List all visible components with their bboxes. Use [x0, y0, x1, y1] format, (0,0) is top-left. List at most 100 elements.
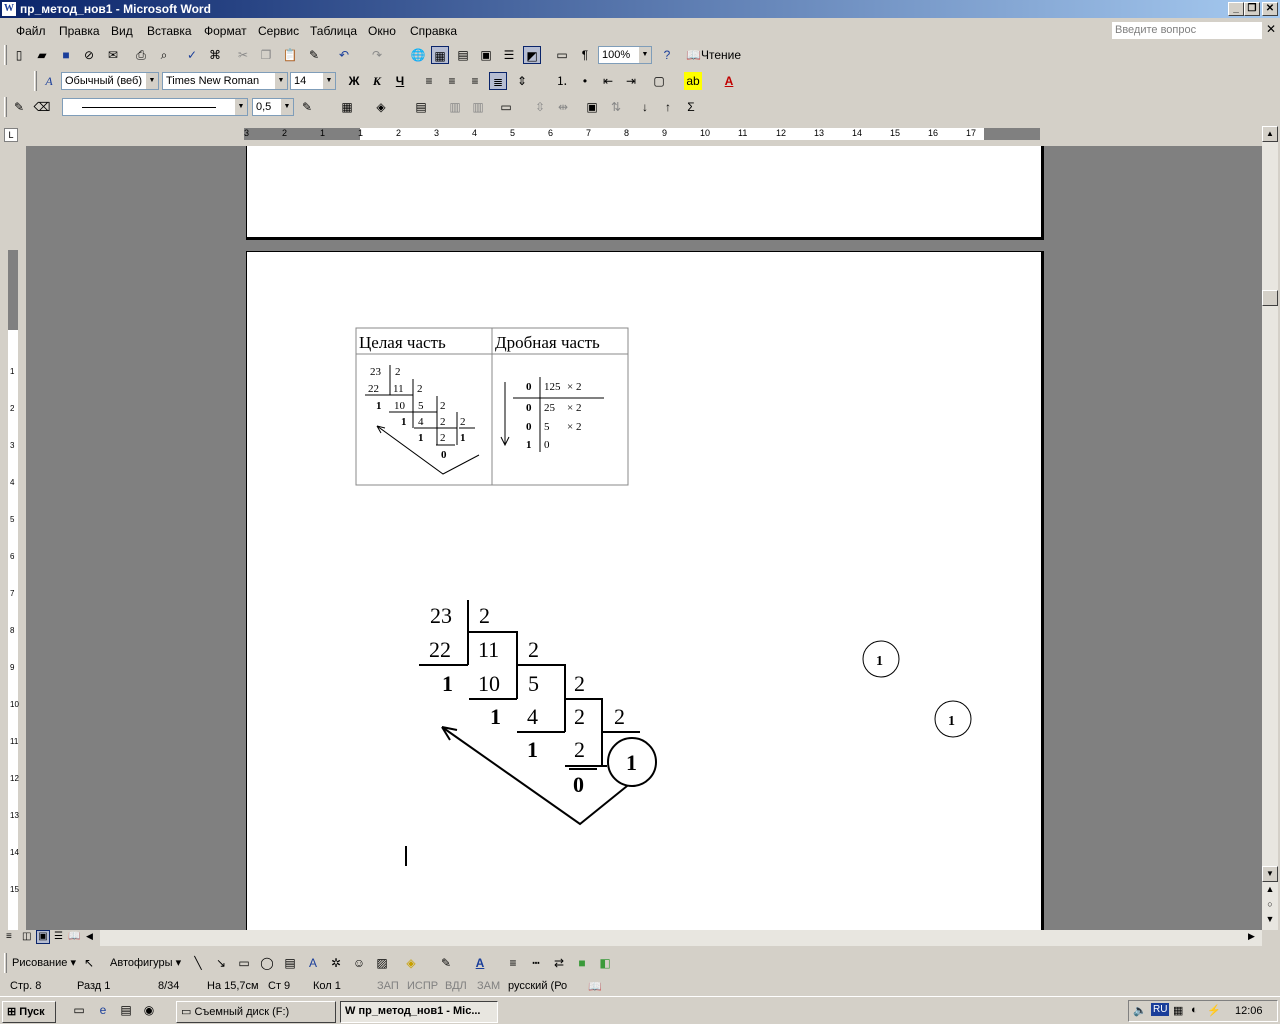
save-icon[interactable]: ■ — [57, 46, 75, 64]
reading-mode-button[interactable]: 📖Чтение — [686, 46, 746, 64]
autoshapes-button[interactable]: Автофигуры ▾ — [110, 956, 181, 969]
menu-window[interactable]: Окно — [368, 24, 396, 38]
font-select[interactable]: Times New Roman ▼ — [162, 72, 288, 90]
vertical-scrollbar[interactable]: ▲ ▼ ▲ ○ ▼ — [1262, 126, 1278, 930]
print-icon[interactable]: ⎙ — [132, 46, 150, 64]
zoom-select[interactable]: 100% ▼ — [598, 46, 652, 64]
print-view-icon[interactable]: ▣ — [36, 930, 50, 944]
distribute-rows-icon[interactable]: ⇳ — [531, 98, 549, 116]
autosum-icon[interactable]: Σ — [682, 98, 700, 116]
border-color-icon[interactable]: ✎ — [298, 98, 316, 116]
columns-icon[interactable]: ☰ — [500, 46, 518, 64]
border-icon[interactable]: ▢ — [650, 72, 668, 90]
outline-view-icon[interactable]: ☰ — [54, 931, 63, 942]
vertical-ruler[interactable]: 1 2 3 4 5 6 7 8 9 10 11 12 13 14 15 — [4, 250, 22, 930]
toolbar-grip[interactable] — [4, 97, 7, 117]
bullets-icon[interactable]: • — [576, 72, 594, 90]
quicklaunch-ie-icon[interactable]: e — [94, 1001, 112, 1019]
status-language[interactable]: русский (Ро — [508, 980, 567, 992]
undo-icon[interactable]: ↶ — [335, 46, 353, 64]
scroll-up-icon[interactable]: ▲ — [1262, 126, 1278, 142]
menu-table[interactable]: Таблица — [310, 24, 357, 38]
cut-icon[interactable]: ✂ — [234, 46, 252, 64]
hyperlink-icon[interactable]: 🌐 — [409, 46, 427, 64]
diagram-icon[interactable]: ✲ — [327, 954, 345, 972]
rectangle-icon[interactable]: ▭ — [235, 954, 253, 972]
start-button[interactable]: ⊞ Пуск — [2, 1001, 56, 1023]
arrow-style-icon[interactable]: ⇄ — [550, 954, 568, 972]
align-left-icon[interactable]: ≡ — [420, 72, 438, 90]
menu-view[interactable]: Вид — [111, 24, 133, 38]
line-style-select[interactable]: ▼ — [62, 98, 248, 116]
eraser-icon[interactable]: ⌫ — [33, 98, 51, 116]
scroll-left-icon[interactable]: ◀ — [86, 931, 93, 942]
draw-table-icon[interactable]: ✎ — [10, 98, 28, 116]
font-size-select[interactable]: 14 ▼ — [290, 72, 336, 90]
tables-borders-icon[interactable]: ▦ — [431, 46, 449, 64]
style-select[interactable]: Обычный (веб) ▼ — [61, 72, 159, 90]
text-box-icon[interactable]: ▤ — [281, 954, 299, 972]
split-cells-icon[interactable]: ▥ — [469, 98, 487, 116]
chevron-down-icon[interactable]: ▼ — [235, 99, 247, 115]
decrease-indent-icon[interactable]: ⇤ — [599, 72, 617, 90]
format-painter-icon[interactable]: ✎ — [305, 46, 323, 64]
outside-border-icon[interactable]: ▦ — [338, 98, 356, 116]
spelling-status-icon[interactable]: 📖 — [588, 980, 602, 993]
justify-icon[interactable]: ≣ — [489, 72, 507, 90]
increase-indent-icon[interactable]: ⇥ — [622, 72, 640, 90]
horizontal-ruler[interactable]: L 3 2 1 1 2 3 4 5 6 7 8 9 10 11 12 13 14 15 16 17 — [4, 126, 1262, 144]
tab-selector-icon[interactable]: L — [4, 128, 18, 142]
spelling-icon[interactable]: ✓ — [183, 46, 201, 64]
horizontal-scrollbar[interactable]: ▶ — [100, 930, 1262, 946]
new-document-icon[interactable]: ▯ — [10, 46, 28, 64]
email-icon[interactable]: ✉ — [104, 46, 122, 64]
scroll-down-icon[interactable]: ▼ — [1262, 866, 1278, 882]
draw-font-color-icon[interactable]: A — [471, 954, 489, 972]
permission-icon[interactable]: ⊘ — [80, 46, 98, 64]
quicklaunch-media-icon[interactable]: ◉ — [140, 1001, 158, 1019]
picture-icon[interactable]: ▨ — [373, 954, 391, 972]
drawing-menu-button[interactable]: Рисование ▾ — [12, 956, 76, 969]
sort-ascending-icon[interactable]: ↓ — [636, 98, 654, 116]
chevron-down-icon[interactable]: ▼ — [281, 99, 293, 115]
cell-align-icon[interactable]: ▭ — [497, 98, 515, 116]
menu-insert[interactable]: Вставка — [147, 24, 192, 38]
italic-button[interactable]: К — [368, 72, 386, 90]
redo-icon[interactable]: ↷ — [368, 46, 386, 64]
restore-button[interactable]: ❐ — [1244, 2, 1260, 16]
quicklaunch-explorer-icon[interactable]: ▤ — [117, 1001, 135, 1019]
text-direction-icon[interactable]: ⇅ — [607, 98, 625, 116]
task-word-document[interactable]: W пр_метод_нов1 - Mic... — [340, 1001, 498, 1023]
help-search-input[interactable]: Введите вопрос — [1112, 22, 1262, 39]
menu-edit[interactable]: Правка — [59, 24, 100, 38]
insert-table-icon[interactable]: ▤ — [412, 98, 430, 116]
open-folder-icon[interactable]: ▰ — [33, 46, 51, 64]
task-removable-disk[interactable]: ▭ Съемный диск (F:) — [176, 1001, 336, 1023]
chevron-down-icon[interactable]: ▼ — [275, 73, 287, 89]
status-track-changes[interactable]: ИСПР — [407, 980, 438, 992]
arrow-icon[interactable]: ↘ — [212, 954, 230, 972]
line-weight-select[interactable]: 0,5 ▼ — [252, 98, 294, 116]
fill-color-icon[interactable]: ◈ — [402, 954, 420, 972]
minimize-button[interactable]: _ — [1228, 2, 1244, 16]
word-app-icon[interactable]: W — [2, 2, 16, 16]
3d-style-icon[interactable]: ◧ — [596, 954, 614, 972]
underline-button[interactable]: Ч — [391, 72, 409, 90]
chevron-down-icon[interactable]: ▼ — [639, 47, 651, 63]
shadow-icon[interactable]: ■ — [573, 954, 591, 972]
quicklaunch-desktop-icon[interactable]: ▭ — [70, 1001, 88, 1019]
highlight-icon[interactable]: ab — [684, 72, 702, 90]
oval-icon[interactable]: ◯ — [258, 954, 276, 972]
status-overtype[interactable]: ЗАМ — [477, 980, 500, 992]
shading-color-icon[interactable]: ◈ — [372, 98, 390, 116]
web-view-icon[interactable]: ◫ — [22, 931, 31, 942]
chevron-down-icon[interactable]: ▼ — [146, 73, 158, 89]
status-extend[interactable]: ВДЛ — [445, 980, 467, 992]
scroll-thumb[interactable] — [1262, 290, 1278, 306]
next-page-icon[interactable]: ▼ — [1262, 914, 1278, 928]
close-document-icon[interactable]: ✕ — [1266, 22, 1276, 36]
clipart-icon[interactable]: ☺ — [350, 954, 368, 972]
sort-descending-icon[interactable]: ↑ — [659, 98, 677, 116]
language-indicator[interactable]: RU — [1151, 1003, 1170, 1016]
menu-format[interactable]: Формат — [204, 24, 247, 38]
